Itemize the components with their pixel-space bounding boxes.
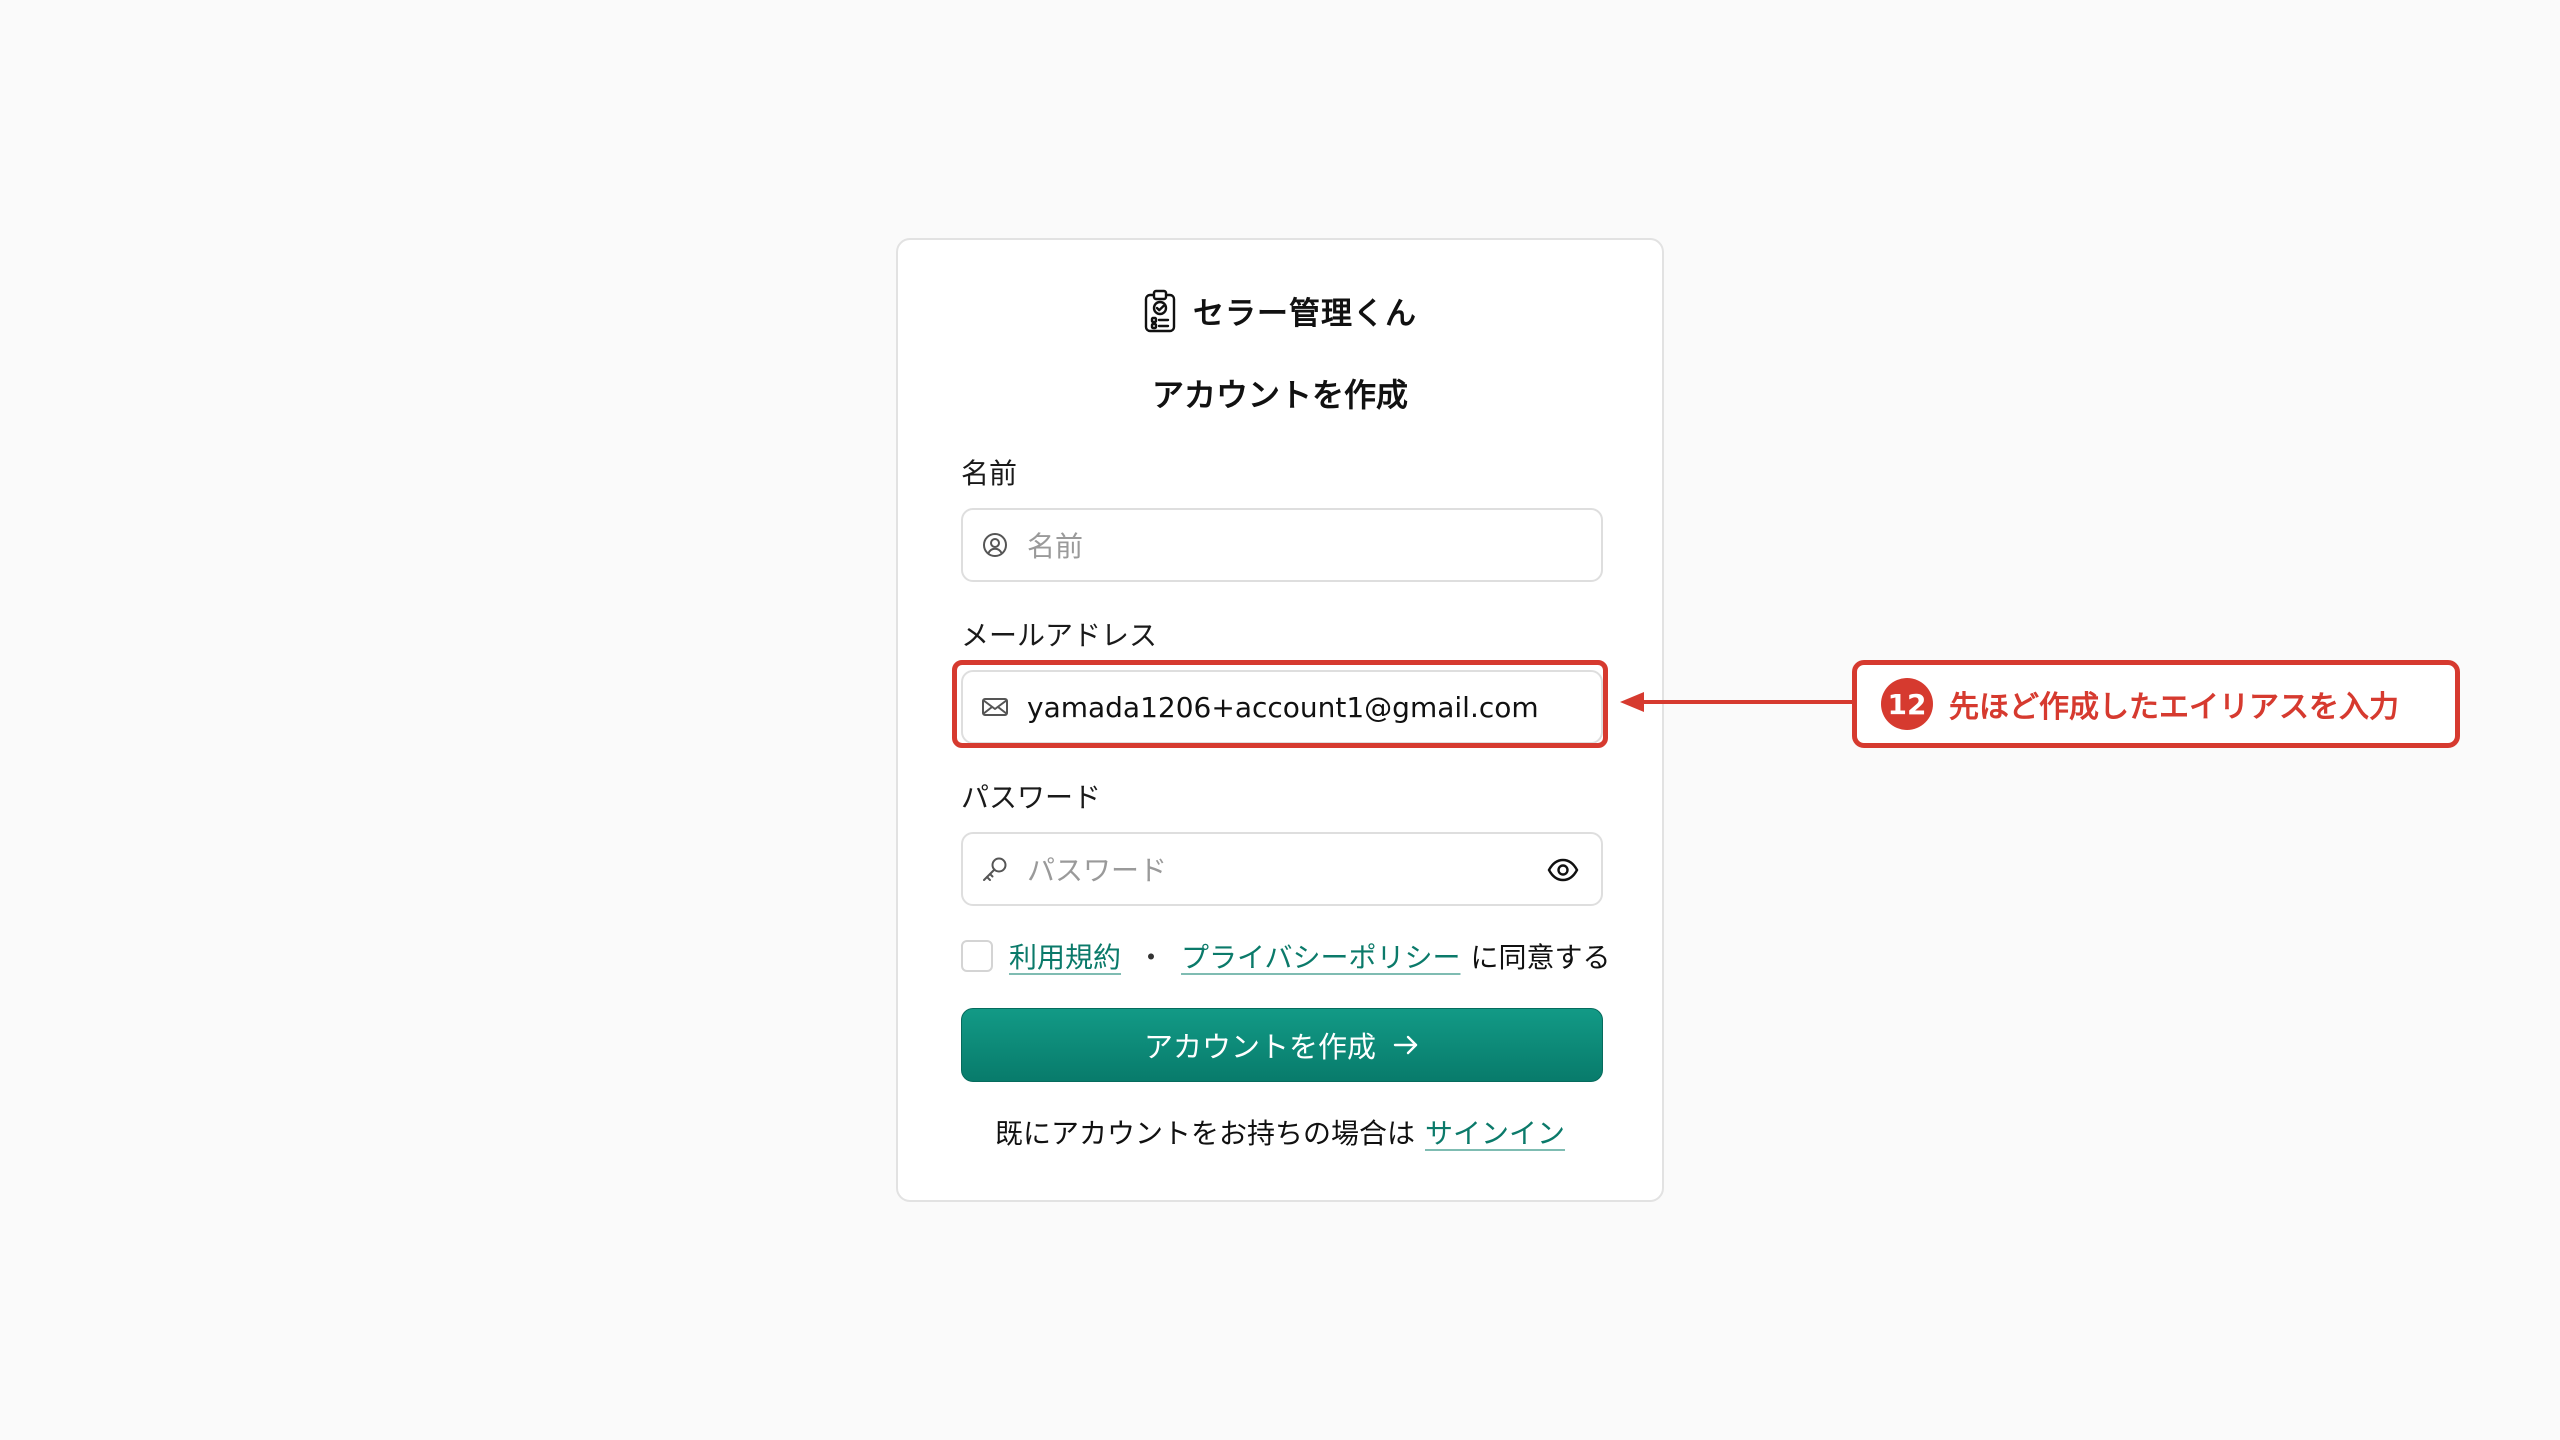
clipboard-check-icon [1144,289,1176,332]
name-placeholder: 名前 [1027,530,1084,563]
eye-icon[interactable] [1547,856,1579,884]
email-label: メールアドレス [961,619,1158,652]
password-field[interactable]: パスワード [961,832,1603,906]
step-number-badge: 12 [1881,678,1933,730]
signin-prompt: 既にアカウントをお持ちの場合は [994,1117,1415,1150]
password-placeholder: パスワード [1027,854,1168,887]
page: セラー管理くん アカウントを作成 名前 名前 メールアドレス yamada120… [0,0,2560,1440]
step-instruction: 先ほど作成したエイリアスを入力 [1949,690,2399,725]
arrow-right-icon [1393,1035,1418,1055]
email-highlight-box [952,660,1608,748]
create-account-button[interactable]: アカウントを作成 [961,1008,1603,1082]
user-circle-icon [983,533,1007,557]
key-icon [983,857,1007,881]
terms-row: 利用規約 ・ プライバシーポリシー に同意する [961,936,1611,976]
signin-row: 既にアカウントをお持ちの場合は サインイン [898,1112,1662,1152]
page-title: アカウントを作成 [1151,376,1408,414]
name-field[interactable]: 名前 [961,508,1603,582]
callout-arrow [1620,692,1860,712]
brand-name: セラー管理くん [1193,296,1417,332]
terms-separator: ・ [1137,941,1166,974]
privacy-policy-link[interactable]: プライバシーポリシー [1181,936,1460,976]
create-account-button-label: アカウントを作成 [1143,1030,1376,1064]
password-label: パスワード [961,781,1102,814]
signin-link[interactable]: サインイン [1425,1117,1565,1150]
terms-agree-text: に同意する [1470,941,1611,974]
terms-link[interactable]: 利用規約 [1009,936,1121,976]
name-label: 名前 [961,457,1018,490]
terms-checkbox[interactable] [961,940,993,972]
step-callout: 12 先ほど作成したエイリアスを入力 [1852,660,2460,748]
brand: セラー管理くん [898,288,1662,333]
